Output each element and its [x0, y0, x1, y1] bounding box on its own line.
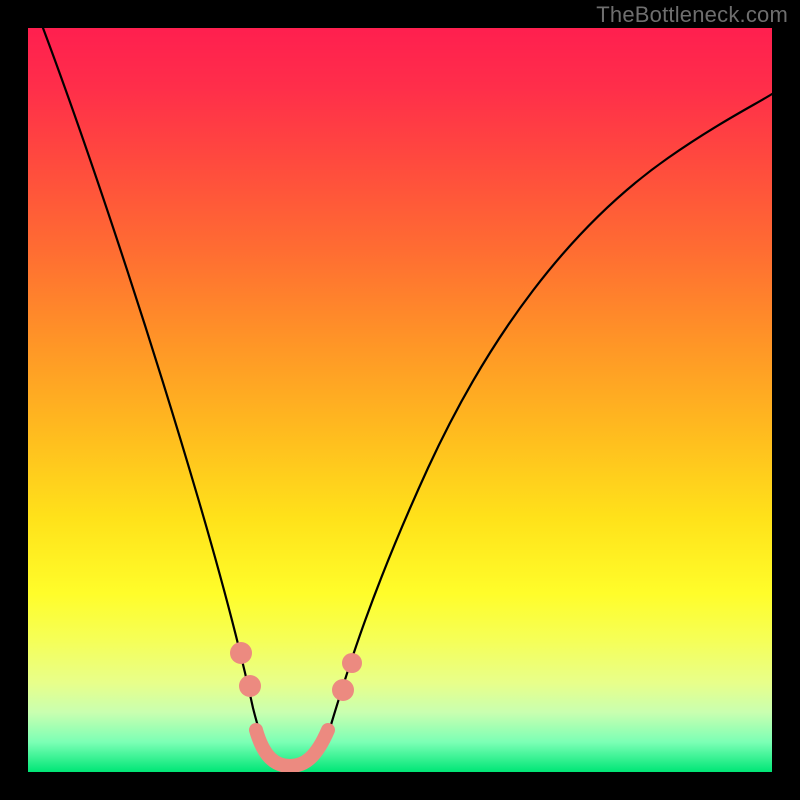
trough-arc	[256, 730, 328, 766]
bottleneck-curve	[43, 28, 772, 767]
right-marker-upper	[342, 653, 362, 673]
left-marker-upper	[230, 642, 252, 664]
marker-group	[230, 642, 362, 766]
chart-svg	[28, 28, 772, 772]
outer-frame: TheBottleneck.com	[0, 0, 800, 800]
left-marker-lower	[239, 675, 261, 697]
watermark-text: TheBottleneck.com	[596, 2, 788, 28]
plot-area	[28, 28, 772, 772]
right-marker-lower	[332, 679, 354, 701]
